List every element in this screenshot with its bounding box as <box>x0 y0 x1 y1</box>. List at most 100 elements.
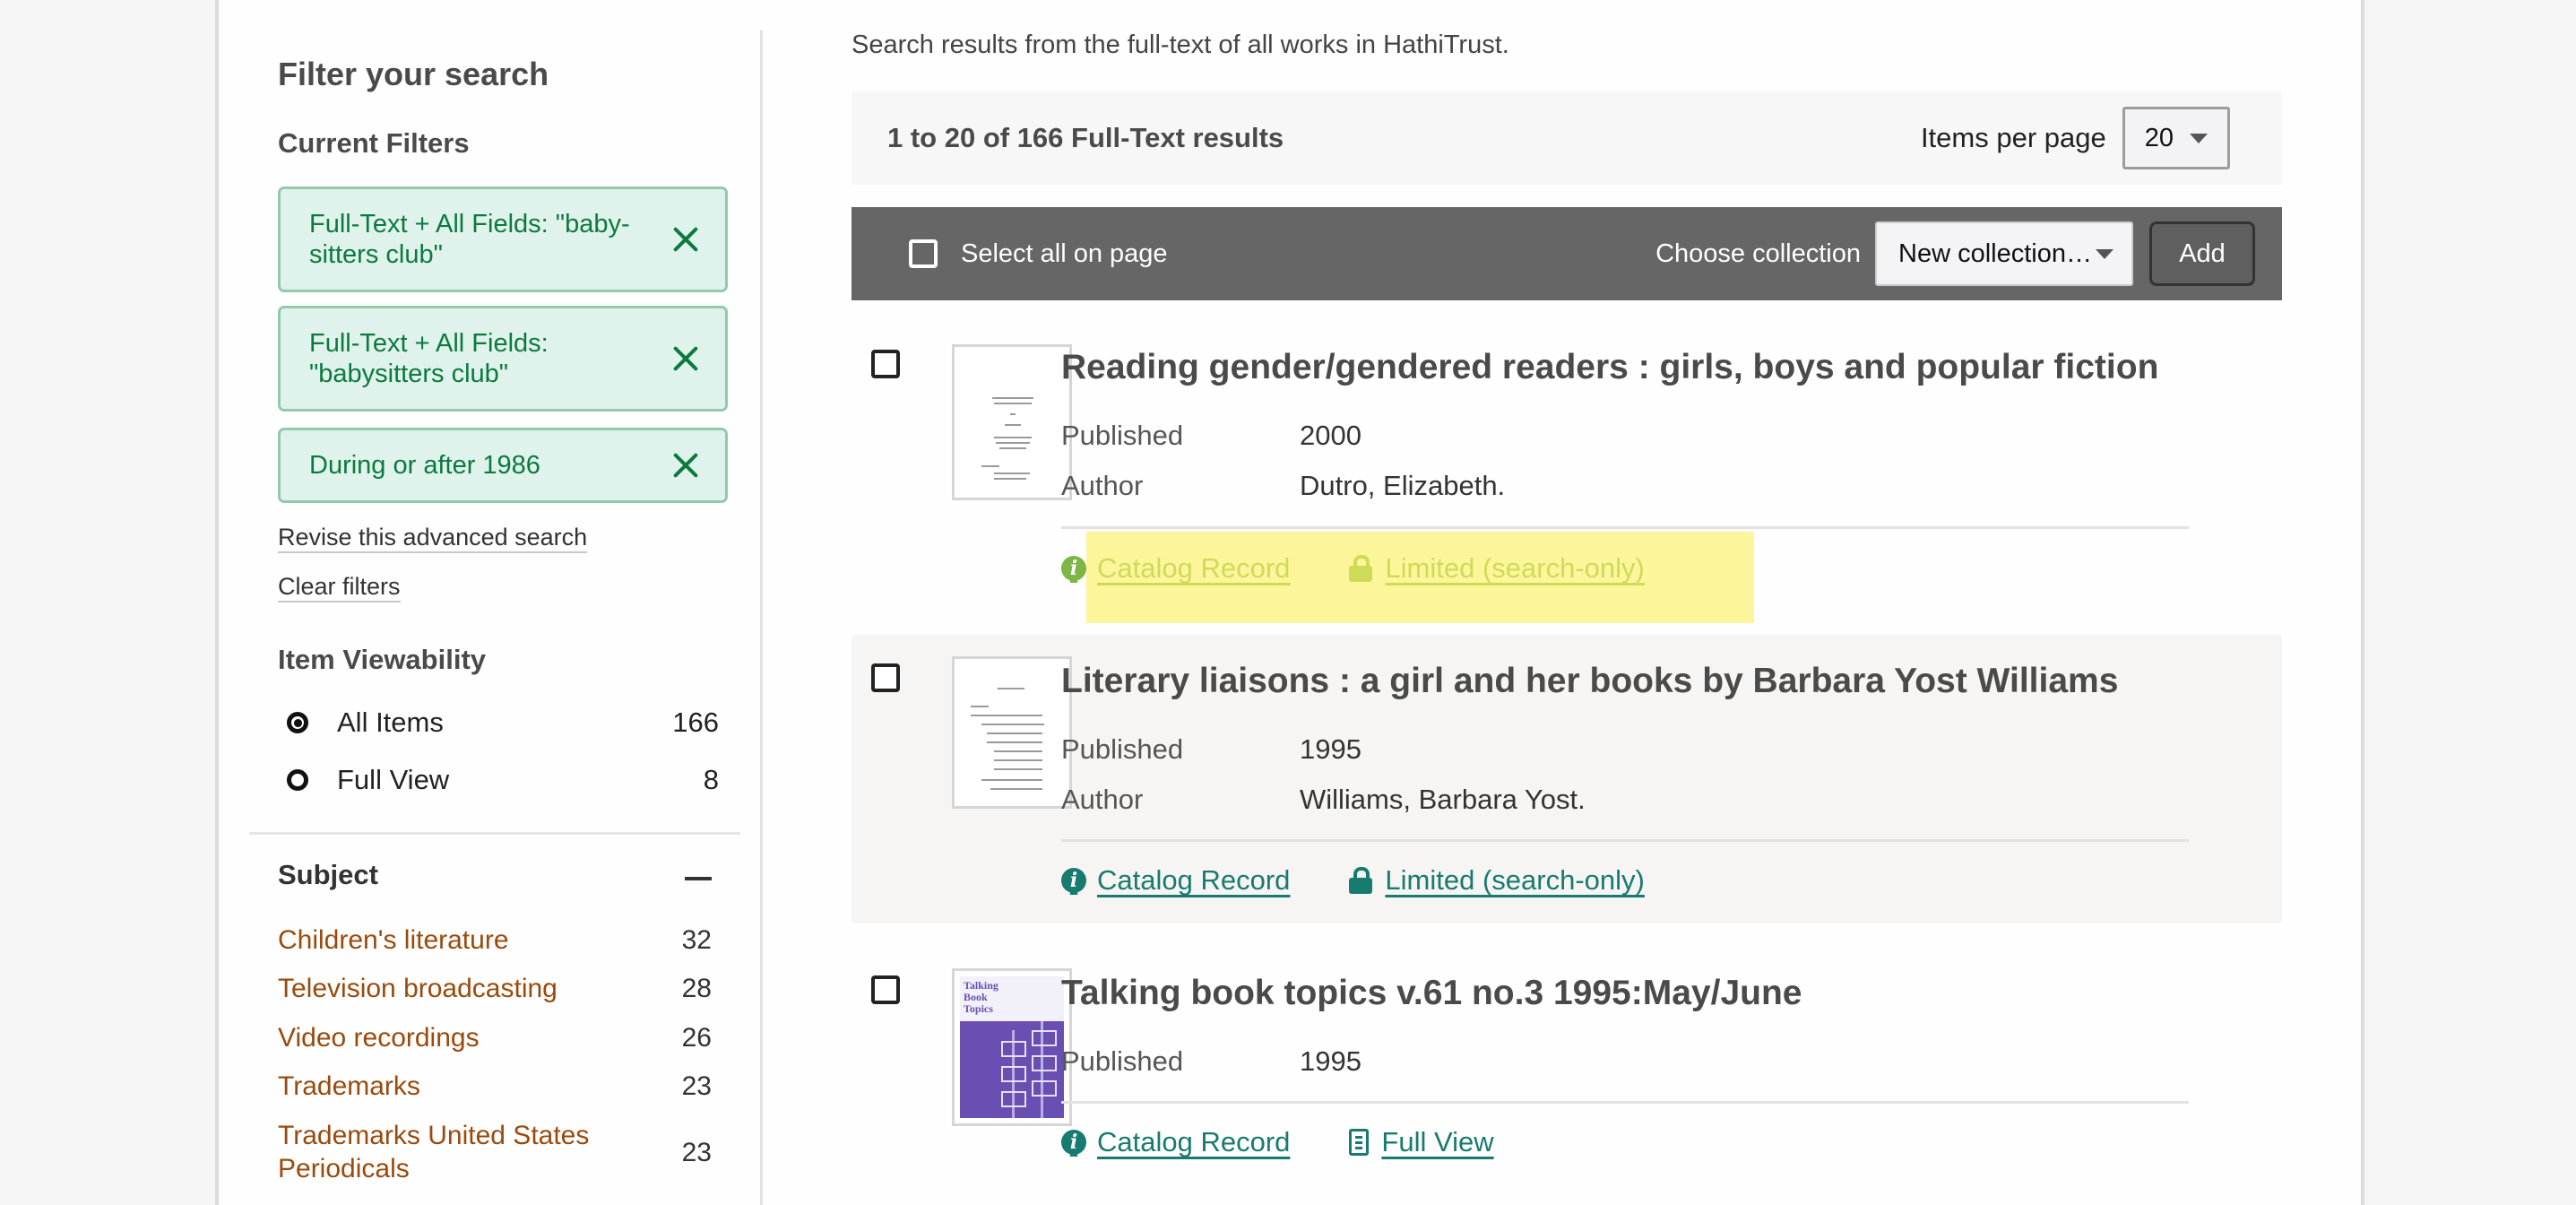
access-label: Full View <box>1381 1126 1494 1157</box>
result-title-link[interactable]: Reading gender/gendered readers : girls,… <box>1061 348 2158 387</box>
subject-facet-header[interactable]: Subject <box>278 859 712 891</box>
subject-item[interactable]: Video recordings 26 <box>278 1021 712 1054</box>
option-label: Full View <box>337 764 450 795</box>
subject-link[interactable]: Video recordings <box>278 1021 636 1054</box>
revise-search-link[interactable]: Revise this advanced search <box>278 523 588 553</box>
document-icon <box>1349 1129 1370 1156</box>
viewability-option-all-items[interactable]: All Items 166 <box>287 707 719 739</box>
catalog-record-label: Catalog Record <box>1097 1126 1291 1157</box>
book-thumbnail[interactable] <box>952 656 1072 809</box>
radio-checked-icon[interactable] <box>287 712 308 733</box>
result-title-link[interactable]: Talking book topics v.61 no.3 1995:May/J… <box>1061 974 1802 1013</box>
author-row: Author Williams, Barbara Yost. <box>1061 784 1586 816</box>
subject-item[interactable]: Children's literature 32 <box>278 923 712 957</box>
subject-count: 26 <box>681 1023 712 1053</box>
viewability-heading: Item Viewability <box>278 644 487 675</box>
result-select-checkbox[interactable] <box>871 975 900 1004</box>
filter-label: Full-Text + All Fields: "babysitters clu… <box>309 329 549 388</box>
published-row: Published 2000 <box>1061 420 1361 452</box>
chevron-down-icon <box>2190 133 2208 143</box>
filter-label: During or after 1986 <box>309 451 540 480</box>
select-all-checkbox[interactable] <box>909 239 938 268</box>
radio-unchecked-icon[interactable] <box>287 769 308 791</box>
lock-icon <box>1349 555 1373 582</box>
info-icon: i <box>1061 1130 1086 1155</box>
catalog-record-link[interactable]: i Catalog Record <box>1061 864 1290 897</box>
sidebar-vertical-divider <box>760 30 763 1205</box>
option-count: 8 <box>703 764 719 795</box>
subject-item[interactable]: Television broadcasting 28 <box>278 972 712 1005</box>
access-label: Limited (search-only) <box>1385 552 1645 584</box>
author-value: Dutro, Elizabeth. <box>1300 470 1506 501</box>
items-per-page-value: 20 <box>2144 123 2174 152</box>
page-container: Filter your search Current Filters Full-… <box>215 0 2364 1205</box>
active-filter-date: During or after 1986 <box>278 428 728 503</box>
remove-filter-close-icon[interactable] <box>673 453 698 478</box>
subject-heading: Subject <box>278 859 378 890</box>
active-filter-fulltext-2: Full-Text + All Fields: "babysitters clu… <box>278 306 728 412</box>
subject-link[interactable]: Trademarks United States Periodicals <box>278 1119 636 1185</box>
remove-filter-close-icon[interactable] <box>673 227 698 252</box>
subject-item[interactable]: Trademarks United States Periodicals 23 <box>278 1119 712 1185</box>
subject-link[interactable]: Trademarks <box>278 1070 636 1103</box>
subject-count: 23 <box>681 1137 712 1167</box>
result-links: i Catalog Record Full View <box>1061 1126 1553 1158</box>
remove-filter-close-icon[interactable] <box>673 346 698 371</box>
subject-count: 32 <box>681 925 712 955</box>
add-to-collection-button[interactable]: Add <box>2149 221 2255 286</box>
published-row: Published 1995 <box>1061 733 1361 766</box>
subject-link[interactable]: Children's literature <box>278 923 636 957</box>
collection-select[interactable]: New collection… <box>1875 221 2133 286</box>
collection-toolbar: Select all on page Choose collection New… <box>851 207 2282 300</box>
book-thumbnail[interactable]: Talking Book Topics <box>952 968 1072 1126</box>
viewability-option-full-view[interactable]: Full View 8 <box>287 764 719 796</box>
limited-access-link[interactable]: Limited (search-only) <box>1349 864 1645 897</box>
collapse-minus-icon[interactable] <box>685 877 712 880</box>
published-value: 1995 <box>1300 733 1361 765</box>
items-per-page-select[interactable]: 20 <box>2122 107 2230 169</box>
author-label: Author <box>1061 784 1144 815</box>
author-value: Williams, Barbara Yost. <box>1300 784 1586 815</box>
catalog-record-link[interactable]: i Catalog Record <box>1061 1126 1290 1158</box>
subject-link[interactable]: Television broadcasting <box>278 972 636 1005</box>
result-divider <box>1061 839 2189 842</box>
result-item: Talking Book Topics Talking book topics v.… <box>851 947 2282 1205</box>
results-intro-text: Search results from the full-text of all… <box>851 30 1509 59</box>
published-label: Published <box>1061 420 1184 451</box>
sidebar-divider <box>249 832 740 835</box>
published-row: Published 1995 <box>1061 1045 1361 1078</box>
select-all-label[interactable]: Select all on page <box>961 239 1168 269</box>
result-item: Reading gender/gendered readers : girls,… <box>851 312 2282 617</box>
info-icon: i <box>1061 556 1086 581</box>
published-value: 2000 <box>1300 420 1361 451</box>
current-filters-heading: Current Filters <box>278 127 470 159</box>
lock-icon <box>1349 867 1373 894</box>
sidebar-title: Filter your search <box>278 56 549 92</box>
result-links: i Catalog Record Limited (search-only) <box>1061 552 1704 585</box>
option-label: All Items <box>337 707 444 738</box>
full-view-link[interactable]: Full View <box>1349 1126 1494 1158</box>
result-links: i Catalog Record Limited (search-only) <box>1061 864 1704 897</box>
results-count: 1 to 20 of 166 Full-Text results <box>887 122 1284 153</box>
book-thumbnail[interactable] <box>952 344 1072 500</box>
result-select-checkbox[interactable] <box>871 350 900 378</box>
result-divider <box>1061 526 2189 529</box>
author-row: Author Dutro, Elizabeth. <box>1061 470 1505 502</box>
subject-count: 28 <box>681 974 712 1003</box>
cover-image: Talking Book Topics <box>960 976 1064 1118</box>
filter-label: Full-Text + All Fields: "baby-sitters cl… <box>309 210 630 269</box>
chevron-down-icon <box>2096 248 2114 259</box>
result-title-link[interactable]: Literary liaisons : a girl and her books… <box>1061 662 2118 701</box>
items-per-page-label: Items per page <box>1920 122 2106 153</box>
collection-select-value: New collection… <box>1898 238 2092 268</box>
subject-item[interactable]: Trademarks 23 <box>278 1070 712 1103</box>
published-label: Published <box>1061 1045 1184 1077</box>
active-filter-fulltext-1: Full-Text + All Fields: "baby-sitters cl… <box>278 186 728 292</box>
author-label: Author <box>1061 470 1144 501</box>
choose-collection-label: Choose collection <box>1655 238 1861 268</box>
result-select-checkbox[interactable] <box>871 663 900 692</box>
option-count: 166 <box>672 707 719 738</box>
limited-access-link[interactable]: Limited (search-only) <box>1349 552 1645 585</box>
clear-filters-link[interactable]: Clear filters <box>278 572 401 602</box>
catalog-record-link[interactable]: i Catalog Record <box>1061 552 1290 585</box>
